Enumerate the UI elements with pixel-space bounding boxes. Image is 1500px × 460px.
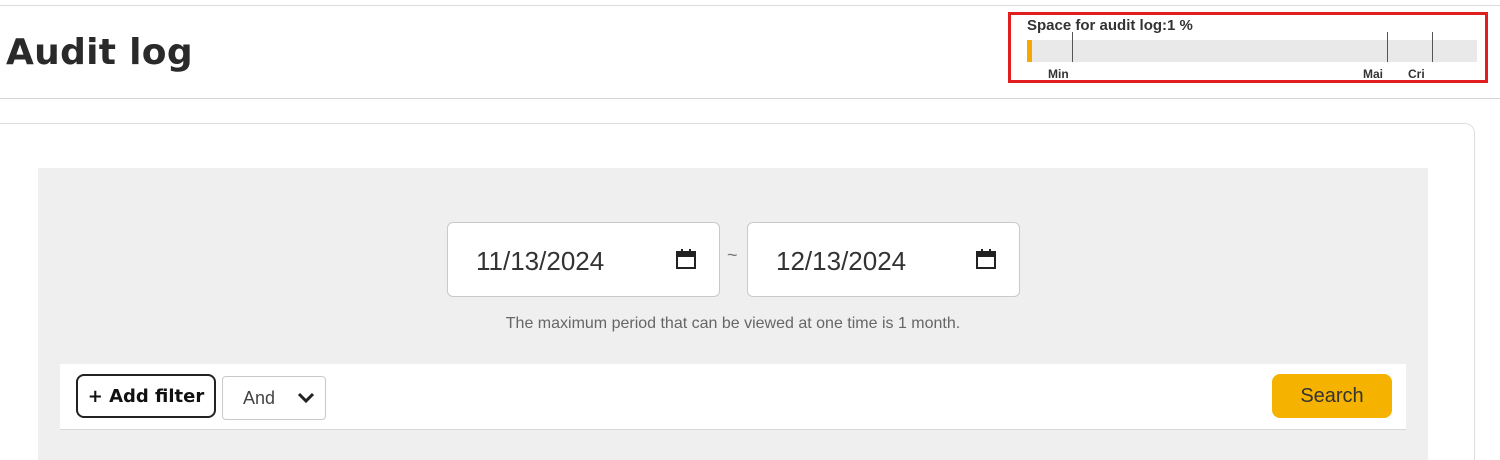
start-date-value: 11/13/2024 bbox=[476, 246, 605, 276]
date-range-separator: ~ bbox=[727, 245, 738, 265]
start-date-input[interactable]: 11/13/2024 bbox=[447, 222, 720, 297]
usage-track bbox=[1027, 40, 1477, 62]
filter-bar: + Add filter And Search bbox=[60, 364, 1406, 430]
logic-operator-value: And bbox=[243, 388, 276, 408]
calendar-icon[interactable] bbox=[675, 248, 697, 270]
header-divider bbox=[0, 98, 1500, 99]
period-limit-note: The maximum period that can be viewed at… bbox=[505, 315, 961, 332]
usage-fill bbox=[1027, 40, 1032, 62]
chevron-down-icon bbox=[297, 392, 315, 404]
top-divider bbox=[0, 5, 1500, 6]
end-date-input[interactable]: 12/13/2024 bbox=[747, 222, 1020, 297]
end-date-value: 12/13/2024 bbox=[776, 246, 907, 276]
add-filter-button[interactable]: + Add filter bbox=[76, 374, 216, 418]
usage-label: Space for audit log:1 % bbox=[1027, 17, 1193, 34]
meter-marker-label: Mai bbox=[1363, 67, 1384, 81]
meter-marker-tick bbox=[1432, 32, 1433, 62]
meter-marker-label: Min bbox=[1048, 67, 1069, 81]
meter-marker-tick bbox=[1072, 32, 1073, 62]
page-title: Audit log bbox=[6, 32, 193, 73]
meter-marker-tick bbox=[1387, 32, 1388, 62]
audit-log-space-meter: Space for audit log:1 % Min Mai Cri bbox=[1008, 12, 1488, 83]
meter-marker-label: Cri bbox=[1408, 67, 1425, 81]
search-button[interactable]: Search bbox=[1272, 374, 1392, 418]
audit-log-page: Audit log Space for audit log:1 % Min Mai… bbox=[0, 0, 1500, 460]
calendar-icon[interactable] bbox=[975, 248, 997, 270]
logic-operator-select[interactable]: And bbox=[222, 376, 326, 420]
